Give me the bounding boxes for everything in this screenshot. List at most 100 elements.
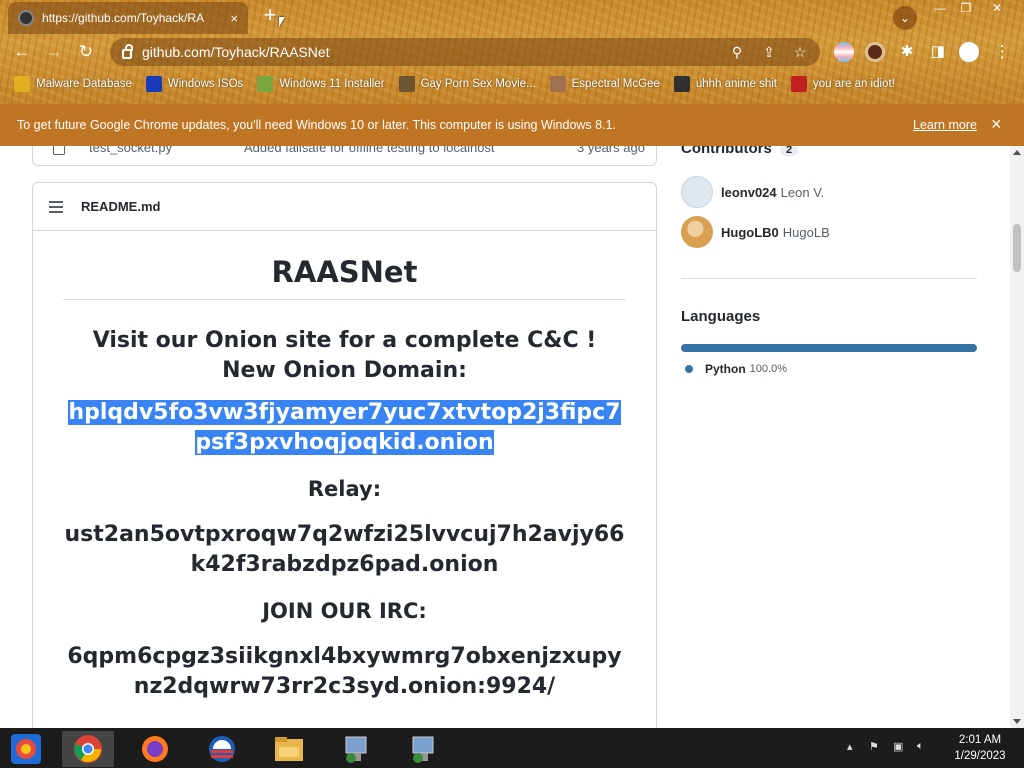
new-tab-button[interactable]: + [259,4,281,28]
language-bar [681,344,977,352]
contributors-heading[interactable]: Contributors 2 [681,146,799,157]
browser-frame: https://github.com/Toyhack/RA × + ⌄ — ❐ … [0,0,1024,104]
windows-taskbar: ▴ ⚑ ▣ 🔈︎ 2:01 AM 1/29/2023 [0,728,1024,768]
chrome-taskbar-icon[interactable] [62,731,114,767]
clock-time: 2:01 AM [958,734,1002,746]
contributor-item[interactable]: leonv024 Leon V. [681,176,824,208]
bookmark-icon [673,76,690,92]
language-item[interactable]: Python 100.0% [685,362,787,376]
bookmark-item-4[interactable]: Gay Porn Sex Movie... [398,76,536,92]
bookmark-malware-database[interactable]: Malware Database [14,76,132,92]
learn-more-link[interactable]: Learn more [913,118,977,132]
bookmark-icon [14,76,30,92]
extension-flag-icon[interactable] [834,42,854,62]
language-color-dot [685,365,693,373]
app-installer-icon-2[interactable] [397,731,449,767]
tab-close-icon[interactable]: × [230,11,238,26]
github-favicon-icon [18,10,34,26]
onion-domain-selected[interactable]: hplqdv5fo3vw3fjyamyer7yuc7xtvtop2j3fipc7… [61,398,628,458]
readme-box: README.md RAASNet Visit our Onion site f… [32,182,657,728]
relay-heading: Relay: [307,477,382,501]
readme-filename: README.md [81,199,161,214]
relay-address: ust2an5ovtpxroqw7q2wfzi25lvvcuj7h2avjy66… [64,522,625,577]
url-text: github.com/Toyhack/RAASNet [142,44,330,60]
bookmarks-bar: Malware Database Windows ISOs Windows 11… [0,72,1024,96]
tab-search-icon[interactable]: ⌄ [893,6,917,30]
readme-content: RAASNet Visit our Onion site for a compl… [33,255,656,702]
mouse-cursor-icon [279,17,285,27]
app-installer-icon[interactable] [330,731,382,767]
network-icon[interactable]: ▣ [893,740,903,753]
irc-heading: JOIN OUR IRC: [262,599,427,623]
outline-list-icon[interactable] [49,200,63,213]
extension-avatar-icon[interactable] [865,42,885,62]
side-panel-icon[interactable]: ◨ [926,40,950,64]
profile-icon[interactable] [959,42,979,62]
share-icon[interactable]: ⇪ [759,42,779,62]
scroll-down-icon[interactable] [1013,719,1021,724]
bookmark-windows-11-installer[interactable]: Windows 11 Installer [257,76,385,92]
sidebar-divider [681,278,977,279]
contributors-count-badge: 2 [780,146,799,156]
action-center-flag-icon[interactable]: ⚑ [869,740,879,753]
readme-title: RAASNet [63,255,626,300]
tray-overflow-icon[interactable]: ▴ [847,740,853,753]
restore-icon[interactable]: ❐ [953,0,979,18]
minimize-icon[interactable]: — [927,0,953,18]
obama-icon[interactable] [196,731,248,767]
language-percent: 100.0% [749,363,787,375]
contributor-name: HugoLB [782,224,830,240]
start-button[interactable] [0,731,52,767]
back-icon[interactable]: ← [10,40,34,64]
avatar[interactable] [681,216,713,248]
infobar-close-icon[interactable]: × [991,114,1002,135]
tab-title: https://github.com/Toyhack/RA [42,11,205,25]
file-row[interactable]: test_socket.py Added failsafe for offlin… [32,146,657,166]
bookmark-icon [257,76,274,92]
avatar[interactable] [681,176,713,208]
extensions-puzzle-icon[interactable]: ✱ [895,40,919,64]
bookmark-you-are-an-idiot[interactable]: you are an idiot! [791,76,895,92]
scroll-up-icon[interactable] [1013,150,1021,155]
language-name: Python [705,362,746,376]
lock-icon [122,44,133,59]
menu-icon[interactable]: ⋮ [990,40,1014,64]
contributor-login[interactable]: leonv024 [721,185,777,200]
bookmark-anime[interactable]: uhhh anime shit [673,76,777,92]
contributor-name: Leon V. [780,184,825,200]
update-infobar: To get future Google Chrome updates, you… [0,104,1024,146]
window-close-icon[interactable]: ✕ [984,0,1010,18]
page-scrollbar[interactable] [1010,146,1024,728]
bookmark-star-icon[interactable]: ☆ [790,42,810,62]
readme-header: README.md [33,183,656,231]
system-clock[interactable]: 2:01 AM 1/29/2023 [940,732,1020,764]
github-page: test_socket.py Added failsafe for offlin… [0,146,1010,728]
contributor-login[interactable]: HugoLB0 [721,225,779,240]
clock-date: 1/29/2023 [954,750,1006,762]
commit-message[interactable]: Added failsafe for offline testing to lo… [244,146,577,155]
languages-heading: Languages [681,308,761,325]
contributor-item[interactable]: HugoLB0 HugoLB [681,216,830,248]
firefox-taskbar-icon[interactable] [129,731,181,767]
file-name[interactable]: test_socket.py [89,146,244,155]
visit-heading: Visit our Onion site for a complete C&C … [92,328,597,353]
bookmark-icon [145,76,162,92]
file-explorer-icon[interactable] [263,731,315,767]
onion-domain-text: hplqdv5fo3vw3fjyamyer7yuc7xtvtop2j3fipc7… [68,400,621,455]
reload-icon[interactable]: ↻ [74,40,98,64]
bookmark-icon [791,76,808,92]
bookmark-icon [398,76,415,92]
bookmark-windows-isos[interactable]: Windows ISOs [145,76,243,92]
address-bar[interactable]: github.com/Toyhack/RAASNet ⚲ ⇪ ☆ [110,38,820,66]
onion-domain-heading: New Onion Domain: [222,358,467,383]
zoom-search-icon[interactable]: ⚲ [727,42,747,62]
forward-icon[interactable]: → [42,40,66,64]
bookmark-icon [549,76,566,92]
browser-tab[interactable]: https://github.com/Toyhack/RA × [8,2,248,34]
commit-age: 3 years ago [577,146,645,155]
volume-icon[interactable]: 🔈︎ [917,740,924,753]
infobar-message: To get future Google Chrome updates, you… [17,118,616,132]
file-icon [53,146,65,155]
scroll-thumb[interactable] [1013,224,1021,272]
bookmark-espectral-mcgee[interactable]: Espectral McGee [549,76,660,92]
